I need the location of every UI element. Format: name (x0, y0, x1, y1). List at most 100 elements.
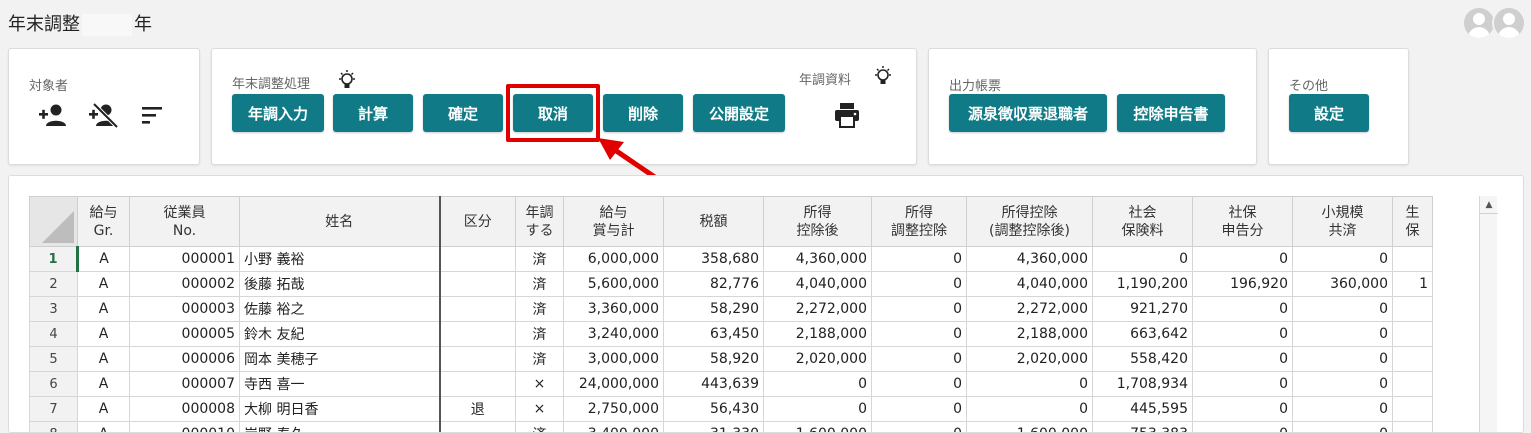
cell-small-mutual[interactable]: 0 (1292, 396, 1393, 422)
nencho-input-button[interactable]: 年調入力 (232, 94, 324, 132)
cell-adjustment[interactable]: 0 (871, 346, 967, 372)
col-header-salary[interactable]: 給与 賞与計 (563, 196, 664, 247)
cell-salary[interactable]: 6,000,000 (563, 246, 664, 272)
cell-employee-no[interactable]: 000005 (129, 321, 240, 347)
cell-small-mutual[interactable]: 0 (1292, 421, 1393, 432)
settings-button[interactable]: 設定 (1289, 94, 1369, 132)
cell-social-insurance[interactable]: 663,642 (1092, 321, 1193, 347)
cell-gr[interactable]: A (77, 396, 130, 422)
cell-shaho-declared[interactable]: 0 (1192, 371, 1293, 397)
lightbulb-icon[interactable] (872, 65, 894, 87)
cell-name[interactable]: 大柳 明日香 (239, 396, 440, 422)
col-header-shaho-declared[interactable]: 社保 申告分 (1192, 196, 1293, 247)
cell-employee-no[interactable]: 000003 (129, 296, 240, 322)
col-header-life-insurance[interactable]: 生保 (1392, 196, 1433, 247)
cell-social-insurance[interactable]: 558,420 (1092, 346, 1193, 372)
col-header-employee-no[interactable]: 従業員 No. (129, 196, 240, 247)
cell-salary[interactable]: 3,240,000 (563, 321, 664, 347)
cell-social-insurance[interactable]: 1,190,200 (1092, 271, 1193, 297)
cell-social-insurance[interactable]: 445,595 (1092, 396, 1193, 422)
cell-after-deduction[interactable]: 0 (763, 371, 872, 397)
publish-settings-button[interactable]: 公開設定 (693, 94, 785, 132)
cell-name[interactable]: 岡本 美穂子 (239, 346, 440, 372)
cell-small-mutual[interactable]: 0 (1292, 296, 1393, 322)
table-row[interactable]: 8A000010岸野 春久済3,400,00031,3301,600,00001… (29, 421, 1433, 432)
row-number[interactable]: 3 (29, 296, 78, 322)
cell-social-insurance[interactable]: 0 (1092, 246, 1193, 272)
col-header-social-insurance[interactable]: 社会 保険料 (1092, 196, 1193, 247)
table-row[interactable]: 3 A 000003 佐藤 裕之済 3,360,000 58,290 2,272,000 0 2… (29, 296, 1433, 322)
scroll-up-icon[interactable]: ▲ (1480, 196, 1498, 214)
table-row[interactable]: 1 A 000001 小野 義裕済 6,000,000 358,680 4,360,000 0… (29, 246, 1433, 272)
sort-lines-icon[interactable] (137, 99, 169, 131)
cell-tax[interactable]: 358,680 (663, 246, 764, 272)
cell-gr[interactable]: A (77, 271, 130, 297)
cell-after-deduction[interactable]: 2,020,000 (763, 346, 872, 372)
add-person-icon[interactable] (37, 99, 69, 131)
cell-adjustment[interactable]: 0 (871, 421, 967, 432)
cell-gr[interactable]: A (77, 321, 130, 347)
row-number[interactable]: 4 (29, 321, 78, 347)
cell-salary[interactable]: 3,400,000 (563, 421, 664, 432)
cell-nencho[interactable]: 済 (515, 246, 564, 272)
cell-life-insurance[interactable] (1392, 371, 1433, 397)
cell-life-insurance[interactable] (1392, 421, 1433, 432)
cell-shaho-declared[interactable]: 0 (1192, 421, 1293, 432)
cell-kubun[interactable] (438, 271, 516, 297)
cell-gr[interactable]: A (77, 296, 130, 322)
cell-gr[interactable]: A (77, 346, 130, 372)
cell-adjustment[interactable]: 0 (871, 296, 967, 322)
cell-kubun[interactable]: 退 (438, 396, 516, 422)
cell-income-deduction[interactable]: 2,020,000 (966, 346, 1093, 372)
cell-after-deduction[interactable]: 4,040,000 (763, 271, 872, 297)
cell-nencho[interactable]: 済 (515, 321, 564, 347)
row-number[interactable]: 7 (29, 396, 78, 422)
cell-income-deduction[interactable]: 2,188,000 (966, 321, 1093, 347)
cell-social-insurance[interactable]: 753,383 (1092, 421, 1193, 432)
cell-income-deduction[interactable]: 4,360,000 (966, 246, 1093, 272)
cell-small-mutual[interactable]: 360,000 (1292, 271, 1393, 297)
cell-income-deduction[interactable]: 1,600,000 (966, 421, 1093, 432)
cell-employee-no[interactable]: 000002 (129, 271, 240, 297)
avatar[interactable] (1462, 6, 1496, 40)
cell-tax[interactable]: 58,290 (663, 296, 764, 322)
cell-shaho-declared[interactable]: 196,920 (1192, 271, 1293, 297)
cell-salary[interactable]: 24,000,000 (563, 371, 664, 397)
withholding-retiree-button[interactable]: 源泉徴収票退職者 (949, 94, 1107, 132)
cell-shaho-declared[interactable]: 0 (1192, 346, 1293, 372)
cell-adjustment[interactable]: 0 (871, 321, 967, 347)
cell-life-insurance[interactable] (1392, 246, 1433, 272)
avatar[interactable] (1492, 6, 1526, 40)
table-row[interactable]: 6 A 000007 寺西 喜一 × 24,000,000 443,639 0 0 0 1,708,… (29, 371, 1433, 397)
cell-kubun[interactable] (438, 371, 516, 397)
table-row[interactable]: 5 A 000006 岡本 美穂子済 3,000,000 58,920 2,020,000 0… (29, 346, 1433, 372)
table-row[interactable]: 2 A 000002 後藤 拓哉済 5,600,000 82,776 4,040,000 0 4… (29, 271, 1433, 297)
cell-small-mutual[interactable]: 0 (1292, 246, 1393, 272)
row-number[interactable]: 6 (29, 371, 78, 397)
cell-life-insurance[interactable] (1392, 396, 1433, 422)
cell-small-mutual[interactable]: 0 (1292, 346, 1393, 372)
cell-kubun[interactable] (438, 296, 516, 322)
col-header-after-deduction[interactable]: 所得 控除後 (763, 196, 872, 247)
cell-nencho[interactable]: × (515, 396, 564, 422)
cell-gr[interactable]: A (77, 421, 130, 432)
cell-employee-no[interactable]: 000010 (129, 421, 240, 432)
cell-nencho[interactable]: 済 (515, 271, 564, 297)
cell-after-deduction[interactable]: 0 (763, 396, 872, 422)
user-avatars[interactable] (1462, 6, 1526, 40)
cell-income-deduction[interactable]: 0 (966, 396, 1093, 422)
confirm-button[interactable]: 確定 (423, 94, 503, 132)
remove-person-icon[interactable] (87, 99, 119, 131)
row-number[interactable]: 1 (29, 246, 79, 272)
printer-icon[interactable] (831, 99, 863, 131)
cell-after-deduction[interactable]: 2,188,000 (763, 321, 872, 347)
col-header-adjustment[interactable]: 所得 調整控除 (871, 196, 967, 247)
cell-employee-no[interactable]: 000007 (129, 371, 240, 397)
lightbulb-icon[interactable] (336, 69, 358, 91)
cell-after-deduction[interactable]: 1,600,000 (763, 421, 872, 432)
cell-small-mutual[interactable]: 0 (1292, 321, 1393, 347)
cell-adjustment[interactable]: 0 (871, 371, 967, 397)
cell-life-insurance[interactable] (1392, 296, 1433, 322)
cell-salary[interactable]: 2,750,000 (563, 396, 664, 422)
cell-income-deduction[interactable]: 2,272,000 (966, 296, 1093, 322)
